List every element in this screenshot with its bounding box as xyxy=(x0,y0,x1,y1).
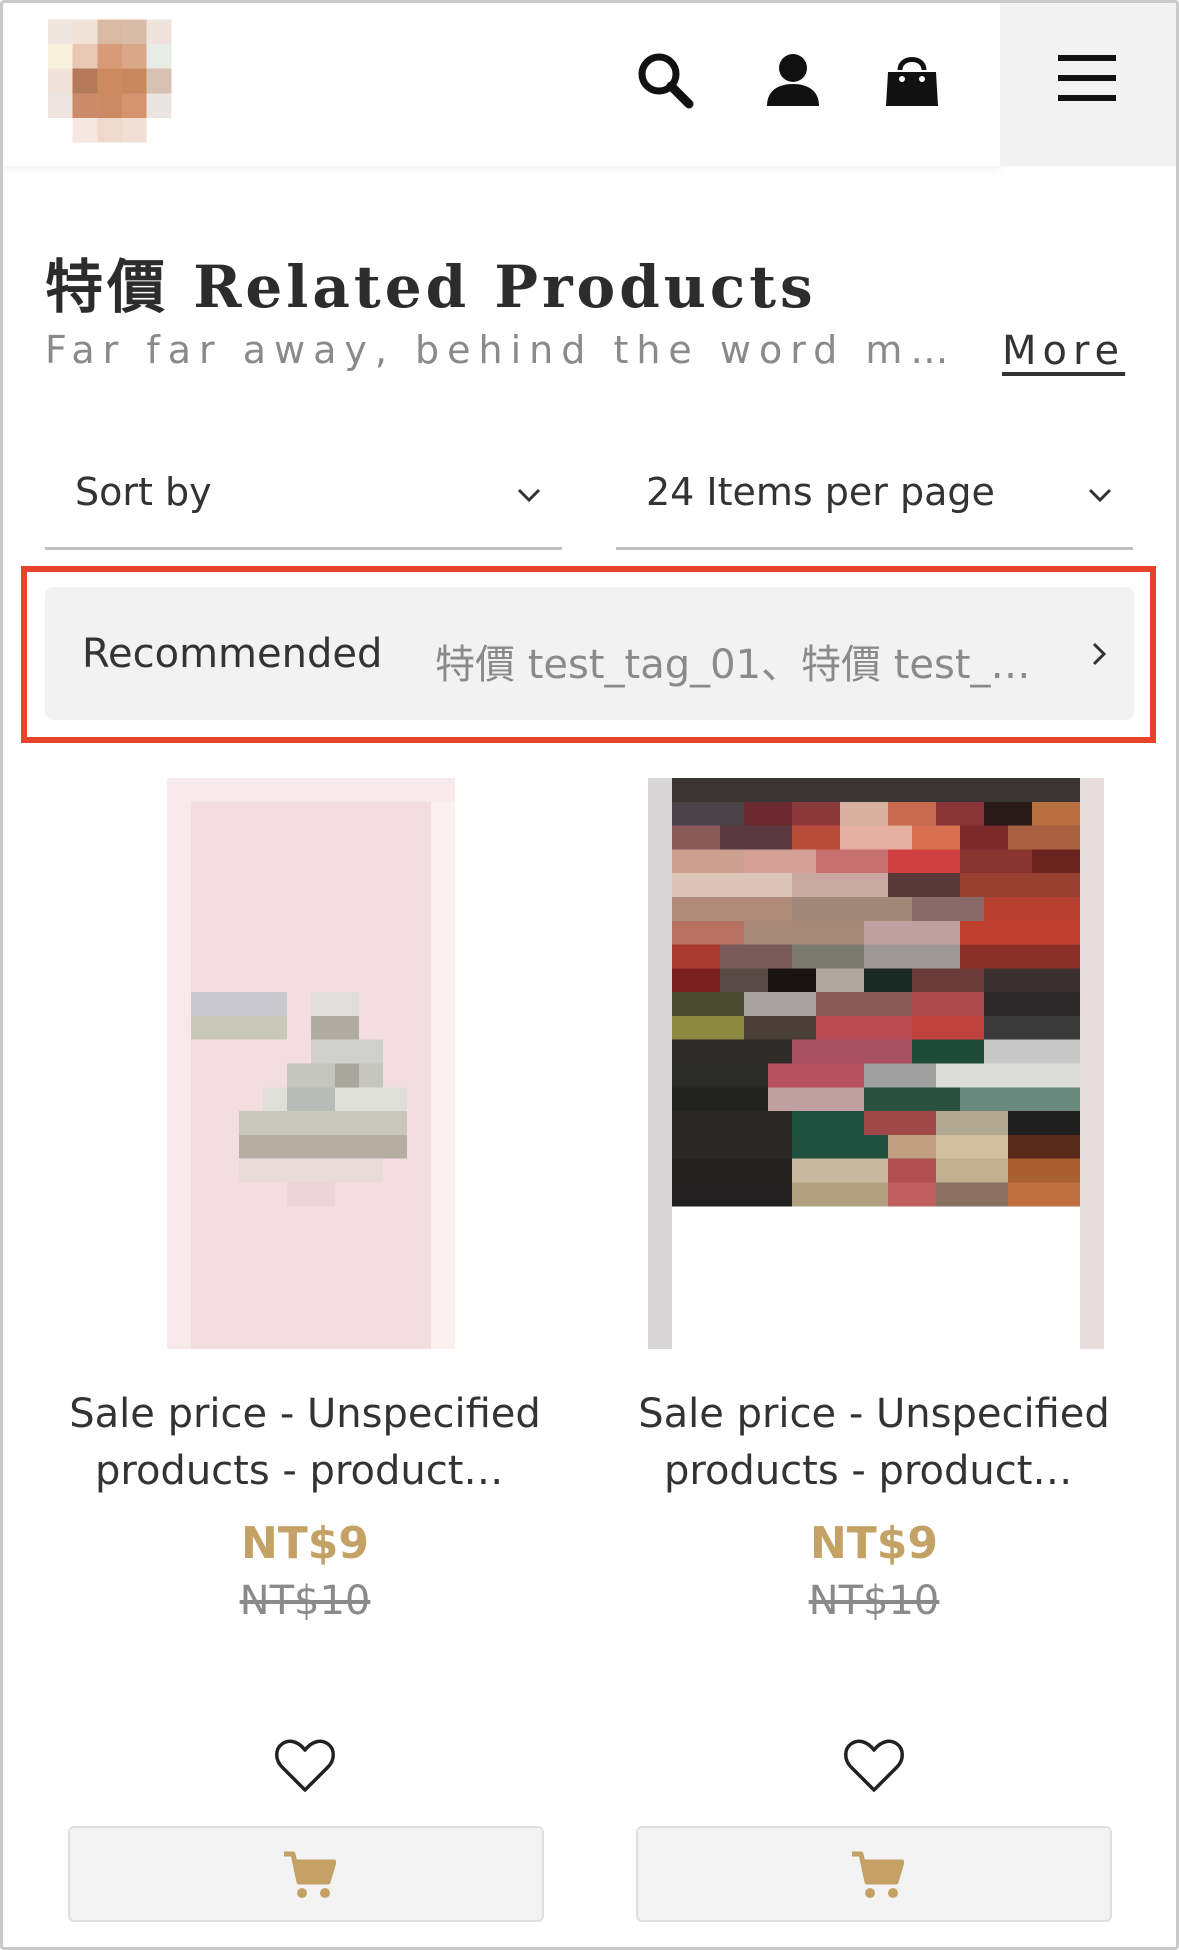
product-image[interactable] xyxy=(167,778,455,1349)
sale-price: NT$9 xyxy=(809,1518,939,1569)
hamburger-menu-icon xyxy=(1058,55,1116,101)
wishlist-heart-icon[interactable] xyxy=(843,1738,905,1794)
original-price: NT$10 xyxy=(239,1578,371,1624)
product-name[interactable]: Sale price - Unspecified products - prod… xyxy=(614,1386,1134,1500)
chevron-down-icon xyxy=(517,488,541,503)
product-card[interactable]: Sale price - Unspecified products - prod… xyxy=(614,778,1134,1928)
recommended-tags: 特價 test_tag_01、特價 test_tag_02 xyxy=(435,642,1035,688)
shopping-bag-icon[interactable] xyxy=(880,48,944,112)
original-price: NT$10 xyxy=(808,1578,940,1624)
search-icon[interactable] xyxy=(633,48,697,112)
sort-by-select[interactable]: Sort by xyxy=(45,440,562,550)
add-to-cart-button[interactable] xyxy=(68,1826,544,1922)
page-subtitle: Far far away, behind the word mountains xyxy=(45,328,975,372)
recommended-tags-bar[interactable]: Recommended 特價 test_tag_01、特價 test_tag_0… xyxy=(45,587,1134,720)
more-link[interactable]: More xyxy=(1002,328,1125,374)
wishlist-heart-icon[interactable] xyxy=(274,1738,336,1794)
product-name-line1: Sale price - Unspecified xyxy=(638,1391,1110,1437)
chevron-right-icon xyxy=(1092,642,1107,666)
items-per-page-label: 24 Items per page xyxy=(646,470,995,514)
product-name-line1: Sale price - Unspecified xyxy=(69,1391,541,1437)
product-name-line2: products - products - products xyxy=(664,1448,1134,1494)
product-card[interactable]: Sale price - Unspecified products - prod… xyxy=(45,778,565,1928)
cart-icon xyxy=(852,1851,904,1898)
product-image[interactable] xyxy=(648,778,1104,1349)
store-logo[interactable] xyxy=(48,15,196,147)
sale-price: NT$9 xyxy=(240,1518,370,1569)
menu-button[interactable] xyxy=(1000,3,1176,166)
product-name-line2: products - products - products xyxy=(95,1448,565,1494)
cart-icon xyxy=(284,1851,336,1898)
site-header xyxy=(3,3,1000,166)
product-name[interactable]: Sale price - Unspecified products - prod… xyxy=(45,1386,565,1500)
items-per-page-select[interactable]: 24 Items per page xyxy=(616,440,1133,550)
page-title: 特價 Related Products xyxy=(45,253,817,321)
chevron-down-icon xyxy=(1088,488,1112,503)
user-icon[interactable] xyxy=(761,48,825,112)
recommended-label: Recommended xyxy=(82,631,383,677)
sort-by-label: Sort by xyxy=(75,470,212,514)
add-to-cart-button[interactable] xyxy=(636,1826,1112,1922)
